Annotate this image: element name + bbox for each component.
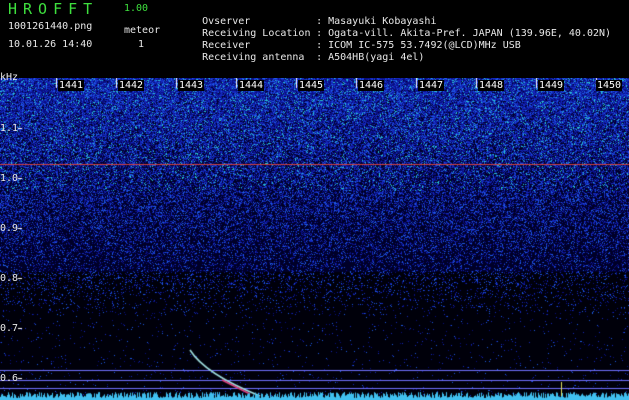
time-label: 1441 <box>58 80 85 91</box>
info-key: Receiving antenna <box>202 52 305 63</box>
app-version: 1.00 <box>124 3 149 14</box>
info-value: A504HB(yagi 4el) <box>328 52 425 63</box>
file-name: 1001261440.png <box>8 21 93 32</box>
freq-label: 0.8 <box>0 273 19 284</box>
freq-label: 1.0 <box>0 173 19 184</box>
time-label: 1444 <box>238 80 265 91</box>
time-label: 1443 <box>178 80 205 91</box>
app-logo: HROFFT <box>8 0 99 18</box>
time-label: 1445 <box>298 80 325 91</box>
time-label: 1446 <box>358 80 385 91</box>
time-label: 1448 <box>478 80 505 91</box>
spectrogram-canvas <box>0 78 629 400</box>
meteor-count: 1 <box>138 39 145 50</box>
time-label: 1447 <box>418 80 445 91</box>
time-label: 1450 <box>596 80 623 91</box>
freq-label: 0.6 <box>0 373 19 384</box>
freq-label: 0.9 <box>0 223 19 234</box>
header-panel: HROFFT 1.00 1001261440.png meteor 10.01.… <box>0 0 629 78</box>
date-time: 10.01.26 14:40 <box>8 39 93 50</box>
meteor-label: meteor <box>124 25 161 36</box>
freq-label: 1.1 <box>0 123 19 134</box>
info-row-antenna: Receiving antenna: A504HB(yagi 4el) <box>202 52 425 63</box>
freq-label: 0.7 <box>0 323 19 334</box>
time-label: 1449 <box>538 80 565 91</box>
time-label: 1442 <box>118 80 145 91</box>
y-axis-unit: kHz <box>0 72 19 83</box>
